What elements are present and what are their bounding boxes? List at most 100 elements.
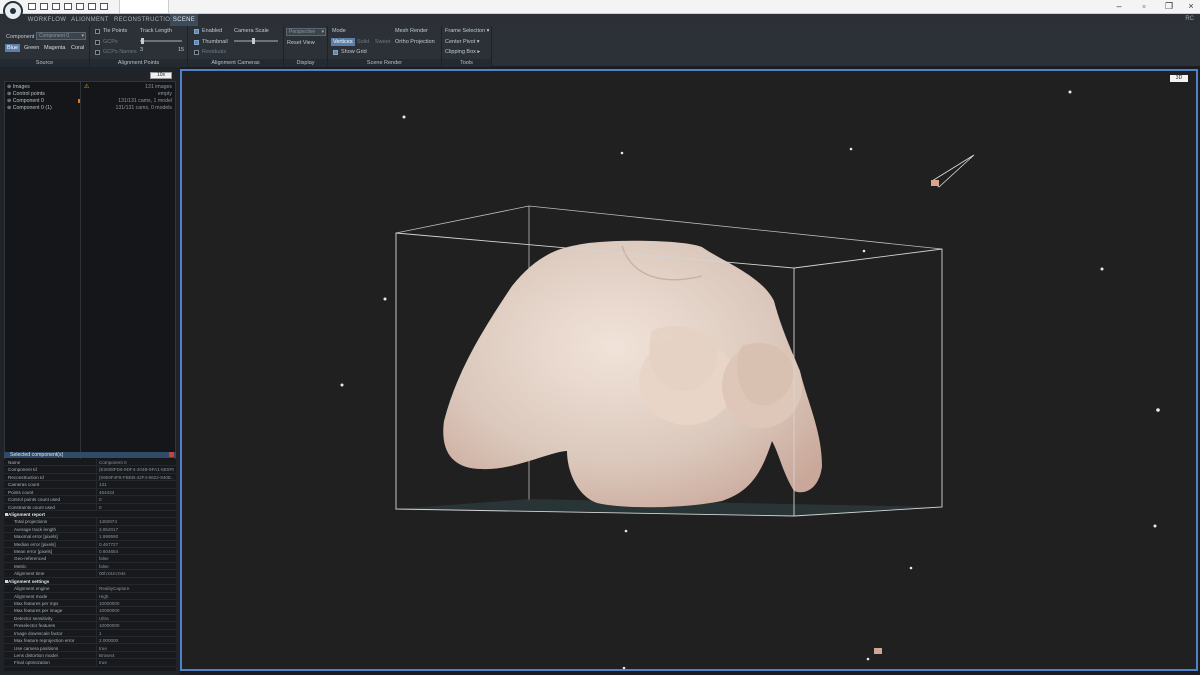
app-logo-icon[interactable]	[3, 1, 23, 21]
tree-filter-input[interactable]: 10s	[150, 72, 172, 79]
save-icon[interactable]	[52, 3, 60, 10]
properties-row[interactable]: Median error [pixels] 0.467727	[4, 540, 176, 549]
camera-point[interactable]	[340, 383, 344, 387]
gcps-checkbox[interactable]	[95, 40, 100, 45]
component-select[interactable]: Component 0	[36, 32, 86, 40]
layout-2-icon[interactable]	[76, 3, 84, 10]
show-grid-checkbox[interactable]	[333, 50, 338, 55]
maximize-button[interactable]: ▫	[1137, 1, 1151, 11]
minimize-button[interactable]: –	[1112, 1, 1126, 11]
reset-view-button[interactable]: Reset View	[287, 40, 315, 46]
properties-row[interactable]: Total projections 1482874	[4, 518, 176, 526]
color-magenta-button[interactable]: Magenta	[42, 44, 67, 52]
tree-item-component-0-1[interactable]: ⊕ Component 0 (1) 131/131 cams, 0 models	[5, 105, 175, 112]
properties-row[interactable]: Control points count used 0	[4, 496, 176, 504]
camera-point[interactable]	[402, 115, 406, 119]
new-project-icon[interactable]	[28, 3, 36, 10]
camera-point[interactable]	[620, 151, 624, 155]
tab-workflow[interactable]: WORKFLOW	[26, 14, 68, 26]
properties-row[interactable]: Average track length 3.852017	[4, 525, 176, 534]
camera-thumbnail-2[interactable]	[874, 648, 882, 654]
properties-row[interactable]: Lens distortion model Brown4	[4, 651, 176, 660]
mesh-render-button[interactable]: Mesh Render	[395, 28, 428, 34]
camera-point[interactable]	[862, 249, 866, 253]
thumbnail-checkbox[interactable]	[194, 40, 199, 45]
properties-row[interactable]: Geo-referenced false	[4, 555, 176, 563]
camera-point[interactable]	[1153, 524, 1157, 528]
projection-select[interactable]: Perspective	[286, 28, 326, 36]
color-coral-button[interactable]: Coral	[69, 44, 86, 52]
camera-thumbnail[interactable]	[931, 180, 939, 186]
properties-row[interactable]: Mean error [pixels] 0.604654	[4, 548, 176, 556]
layout-4-icon[interactable]	[100, 3, 108, 10]
tie-points-checkbox[interactable]	[95, 29, 100, 34]
properties-row[interactable]: Alignment time 00h:01m:04s	[4, 570, 176, 578]
tab-reconstruction[interactable]: RECONSTRUCTION	[114, 14, 175, 26]
properties-row[interactable]: Image downscale factor 1	[4, 629, 176, 638]
properties-row[interactable]: Max features per image 10000000	[4, 607, 176, 615]
properties-row[interactable]: Alignment mode High	[4, 592, 176, 600]
view-mode-badge[interactable]: 3D	[1170, 75, 1188, 82]
properties-row[interactable]: Reconstruction Id {5959F4F8-FBEB-42F4-862…	[4, 473, 176, 482]
properties-row[interactable]: Points count 464424	[4, 488, 176, 497]
enabled-checkbox[interactable]	[194, 29, 199, 34]
tab-scene[interactable]: SCENE	[170, 14, 198, 26]
document-tab[interactable]	[119, 0, 169, 14]
properties-row[interactable]: Cameras count 131	[4, 481, 176, 489]
camera-point[interactable]	[909, 566, 913, 570]
properties-row[interactable]: Use camera positions true	[4, 644, 176, 652]
project-tree[interactable]: ⊕ Images ⚠ 131 images ⊕ Control points e…	[4, 81, 176, 463]
tree-item-component-0[interactable]: ⊕ Component 0 131/131 cams, 1 model	[5, 98, 175, 105]
properties-row[interactable]: Final optimization true	[4, 659, 176, 667]
camera-point[interactable]	[849, 147, 853, 151]
scene-canvas[interactable]	[182, 71, 1198, 671]
mode-sweet-button[interactable]: Sweet	[375, 39, 390, 45]
properties-row[interactable]: Max features per mpx 10000000	[4, 599, 176, 608]
user-badge[interactable]: RC	[1185, 16, 1194, 22]
camera-point[interactable]	[866, 657, 870, 661]
tree-item-control-points[interactable]: ⊕ Control points empty	[5, 91, 175, 98]
mode-vertices-button[interactable]: Vertices	[331, 38, 355, 46]
camera-scale-knob[interactable]	[252, 38, 255, 44]
camera-point[interactable]	[1068, 90, 1072, 94]
open-project-icon[interactable]	[40, 3, 48, 10]
properties-row[interactable]: Component Id {E2808FD6-9DF4-404B-9FA1-5E0…	[4, 466, 176, 474]
camera-point[interactable]	[383, 297, 387, 301]
properties-section-row[interactable]: Alignment report	[4, 511, 176, 519]
residuals-checkbox[interactable]	[194, 50, 199, 55]
center-pivot-button[interactable]: Center Pivot ▾	[445, 39, 480, 45]
restore-button[interactable]: ❐	[1162, 1, 1176, 12]
clipping-box-button[interactable]: Clipping Box ▸	[445, 49, 480, 55]
tree-divider[interactable]	[80, 82, 81, 462]
gcp-names-checkbox[interactable]	[95, 50, 100, 55]
camera-point[interactable]	[624, 529, 628, 533]
close-icon[interactable]	[169, 452, 174, 457]
color-green-button[interactable]: Green	[22, 44, 41, 52]
mode-solid-button[interactable]: Solid	[357, 39, 369, 45]
properties-row[interactable]: Maximal error [pixels] 1.999590	[4, 533, 176, 541]
properties-row[interactable]: Preselector features 10000000	[4, 622, 176, 630]
properties-row[interactable]: Alignment engine RealityCapture	[4, 585, 176, 593]
frame-selection-button[interactable]: Frame Selection ▾	[445, 28, 489, 34]
tab-alignment[interactable]: ALIGNMENT	[70, 14, 110, 26]
ortho-projection-button[interactable]: Ortho Projection	[395, 39, 435, 45]
properties-row[interactable]: Constraints count used 0	[4, 503, 176, 511]
properties-row[interactable]: Max feature reprojection error 2.000000	[4, 637, 176, 645]
properties-table[interactable]: Name Component 0 Component Id {E2808FD6-9DF…	[4, 459, 176, 671]
camera-scale-slider[interactable]	[234, 38, 278, 44]
layout-3-icon[interactable]	[88, 3, 96, 10]
camera-point[interactable]	[1100, 267, 1104, 271]
camera-point[interactable]	[1156, 408, 1160, 412]
track-length-slider[interactable]	[140, 38, 182, 44]
close-button[interactable]: ×	[1184, 1, 1198, 11]
properties-row[interactable]: Name Component 0	[4, 459, 176, 467]
color-blue-button[interactable]: Blue	[5, 44, 21, 52]
mesh-model[interactable]	[443, 240, 822, 508]
properties-row[interactable]: Detector sensitivity Ultra	[4, 614, 176, 623]
track-length-knob[interactable]	[141, 38, 144, 44]
camera-point[interactable]	[622, 666, 626, 670]
tree-item-images[interactable]: ⊕ Images ⚠ 131 images	[5, 84, 175, 91]
properties-row[interactable]: Metric false	[4, 562, 176, 571]
properties-section-row[interactable]: Alignment settings	[4, 578, 176, 586]
3d-viewport[interactable]: 3D	[180, 69, 1198, 671]
